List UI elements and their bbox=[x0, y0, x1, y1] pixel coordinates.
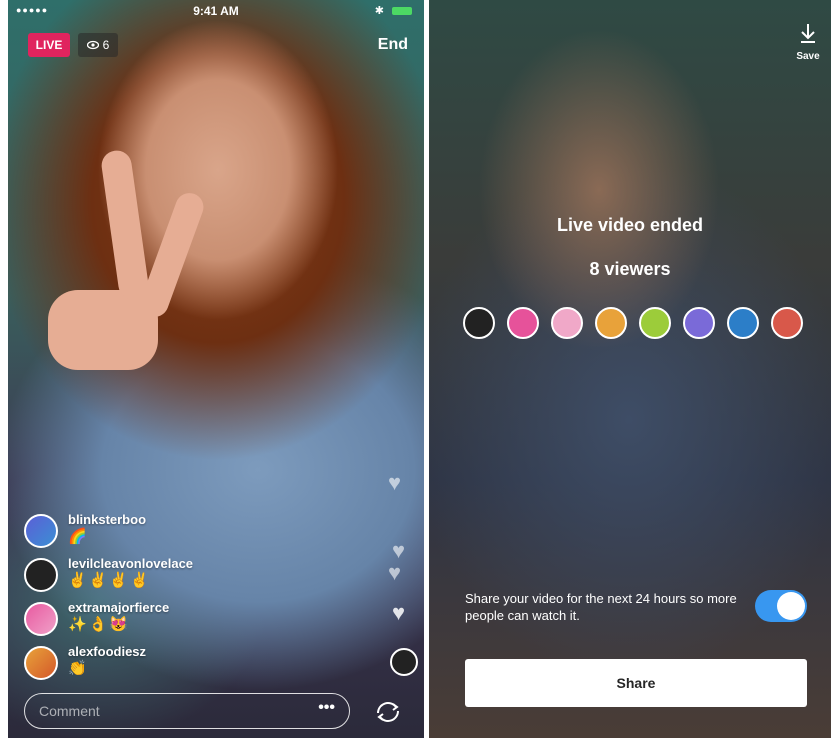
viewer-avatar[interactable] bbox=[595, 307, 627, 339]
battery-icon bbox=[392, 7, 412, 15]
comment-username: levilcleavonlovelace bbox=[68, 556, 194, 571]
comment-item: alexfoodiesz 👏 bbox=[24, 644, 146, 688]
viewer-avatar[interactable] bbox=[507, 307, 539, 339]
heart-icon: ♥ bbox=[388, 560, 402, 585]
save-button[interactable]: Save bbox=[791, 22, 825, 62]
switch-camera-button[interactable] bbox=[370, 697, 406, 727]
status-time: 9:41 AM bbox=[193, 4, 239, 18]
comment-text: ✌✌✌✌ bbox=[68, 572, 151, 589]
viewer-avatar[interactable] bbox=[463, 307, 495, 339]
live-badge: LIVE bbox=[28, 33, 70, 57]
avatar bbox=[390, 648, 418, 676]
viewer-avatar[interactable] bbox=[683, 307, 715, 339]
more-options-button[interactable]: ••• bbox=[318, 699, 335, 717]
download-icon bbox=[801, 24, 815, 43]
avatar bbox=[24, 558, 58, 592]
comment-item: blinksterboo 🌈 bbox=[24, 512, 146, 556]
bluetooth-icon: ✱ bbox=[374, 5, 384, 17]
end-button[interactable]: End bbox=[378, 36, 408, 54]
finger-illustration bbox=[136, 189, 208, 321]
share-prompt: Share your video for the next 24 hours s… bbox=[465, 591, 737, 623]
comment-input[interactable]: Comment ••• bbox=[24, 693, 350, 729]
share-button[interactable]: Share bbox=[465, 659, 807, 707]
status-bar: ●●●●● 9:41 AM ✱ bbox=[8, 0, 424, 22]
viewer-avatar[interactable] bbox=[551, 307, 583, 339]
viewer-avatar-list bbox=[463, 307, 803, 339]
comment-username: alexfoodiesz bbox=[68, 644, 147, 659]
comment-placeholder: Comment bbox=[39, 703, 100, 719]
toggle-knob bbox=[777, 592, 805, 620]
eye-icon bbox=[86, 40, 99, 50]
switch-camera-icon bbox=[377, 702, 399, 722]
viewer-count: 6 bbox=[102, 38, 110, 52]
avatar bbox=[24, 602, 58, 636]
comment-text: 👏 bbox=[68, 660, 89, 677]
viewer-avatar[interactable] bbox=[771, 307, 803, 339]
viewer-count-badge[interactable]: 6 bbox=[78, 33, 118, 57]
comment-username: blinksterboo bbox=[68, 512, 147, 527]
finger-illustration bbox=[99, 148, 151, 302]
comment-item: extramajorfierce ✨👌😻 bbox=[24, 600, 169, 644]
save-label: Save bbox=[796, 51, 820, 62]
comment-item: levilcleavonlovelace ✌✌✌✌ bbox=[24, 556, 193, 600]
comment-text: ✨👌😻 bbox=[68, 616, 131, 633]
heart-icon: ♥ bbox=[388, 470, 402, 495]
live-ended-screen: Save Live video ended 8 viewers Share yo… bbox=[429, 0, 831, 738]
heart-icon: ♥ bbox=[392, 600, 406, 625]
comment-username: extramajorfierce bbox=[68, 600, 170, 615]
live-ended-title: Live video ended bbox=[556, 215, 704, 235]
comment-text: 🌈 bbox=[68, 528, 89, 545]
viewer-avatar[interactable] bbox=[639, 307, 671, 339]
viewer-avatar[interactable] bbox=[727, 307, 759, 339]
share-toggle[interactable] bbox=[755, 590, 807, 622]
avatar bbox=[24, 514, 58, 548]
avatar bbox=[24, 646, 58, 680]
viewers-count: 8 viewers bbox=[589, 259, 671, 279]
live-broadcast-screen: ●●●●● 9:41 AM ✱ LIVE 6 End blinksterboo … bbox=[8, 0, 424, 738]
